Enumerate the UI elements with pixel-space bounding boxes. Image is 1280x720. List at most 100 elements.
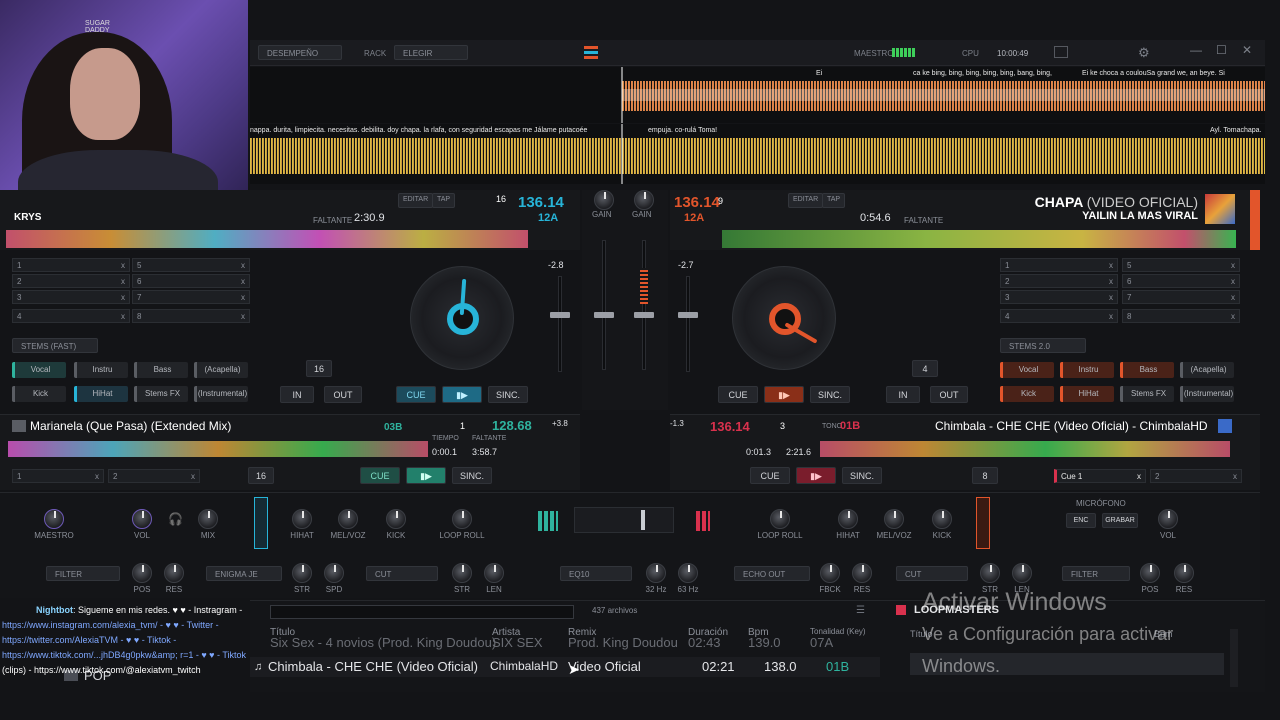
deck3-hotcue-1[interactable]: 1x (12, 469, 104, 483)
prev-row-key[interactable]: 07A (810, 635, 833, 650)
deck1-stem-instrumental[interactable]: (Instrumental) (194, 386, 248, 402)
waveform-top[interactable]: Ei ca ke bing, bing, bing, bing, bing, b… (250, 67, 1265, 123)
deck1-kick-knob[interactable] (386, 509, 406, 529)
deck2-hotcue-1[interactable]: 1x (1000, 258, 1118, 272)
rack-dropdown[interactable]: ELEGIR (394, 45, 468, 60)
fx2-str-knob[interactable] (292, 563, 312, 583)
fx1-pos-knob[interactable] (132, 563, 152, 583)
deck1-pitch-slider-track[interactable] (558, 276, 562, 372)
deck4-mini-waveform[interactable] (820, 441, 1230, 457)
deck2-mini-waveform[interactable] (722, 230, 1236, 248)
list-view-icon[interactable]: ☰ (856, 605, 865, 616)
fx2-spd-knob[interactable] (324, 563, 344, 583)
prev-row-bpm[interactable]: 139.0 (748, 635, 781, 650)
mic-record-button[interactable]: GRABAR (1102, 513, 1138, 528)
fx5-res-knob[interactable] (852, 563, 872, 583)
deck1-edit-button[interactable]: EDITAR (398, 193, 434, 208)
deck3-cue-button[interactable]: CUE (360, 467, 400, 484)
deck2-sync-button[interactable]: SINC. (810, 386, 850, 403)
deck1-play-button[interactable]: ▮▶ (442, 386, 482, 403)
deck3-mini-waveform[interactable] (8, 441, 428, 457)
fx4-32hz-knob[interactable] (646, 563, 666, 583)
gain-knob-right[interactable] (634, 190, 654, 210)
prev-row-remix[interactable]: Prod. King Doudou (568, 635, 678, 650)
deck1-loop-roll-knob[interactable] (452, 509, 472, 529)
row-title[interactable]: Chimbala - CHE CHE (Video Oficial) (268, 659, 478, 674)
fx5-fbck-knob[interactable] (820, 563, 840, 583)
deck3-sync-button[interactable]: SINC. (452, 467, 492, 484)
crossfader[interactable] (574, 507, 674, 533)
deck1-hotcue-2[interactable]: 2x (12, 274, 130, 288)
deck2-stem-vocal[interactable]: Vocal (1000, 362, 1054, 378)
row-duration[interactable]: 02:21 (702, 659, 735, 674)
maximize-icon[interactable]: ☐ (1216, 43, 1227, 57)
deck2-jog-wheel[interactable] (732, 266, 836, 370)
volume-fader-right-handle[interactable] (634, 312, 654, 318)
deck2-hihat-knob[interactable] (838, 509, 858, 529)
close-icon[interactable]: ✕ (1242, 43, 1252, 57)
fx4-63hz-knob[interactable] (678, 563, 698, 583)
deck1-cue-button[interactable]: CUE (396, 386, 436, 403)
deck1-stem-preset-dropdown[interactable]: STEMS (FAST) (12, 338, 98, 353)
deck4-loop-size[interactable]: 8 (972, 467, 998, 484)
deck2-stem-instru[interactable]: Instru (1060, 362, 1114, 378)
deck1-sync-button[interactable]: SINC. (488, 386, 528, 403)
deck2-hotcue-4[interactable]: 4x (1000, 309, 1118, 323)
deck2-hotcue-5[interactable]: 5x (1122, 258, 1240, 272)
fx6-len-knob[interactable] (1012, 563, 1032, 583)
prev-row-duration[interactable]: 02:43 (688, 635, 721, 650)
deck1-loop-out-button[interactable]: OUT (324, 386, 362, 403)
deck4-sync-button[interactable]: SINC. (842, 467, 882, 484)
search-input[interactable] (270, 605, 574, 619)
fx1-filter-dropdown[interactable]: FILTER (46, 566, 120, 581)
fx7-filter-dropdown[interactable]: FILTER (1062, 566, 1130, 581)
deck2-stem-bass[interactable]: Bass (1120, 362, 1174, 378)
row-bpm[interactable]: 138.0 (764, 659, 797, 674)
deck2-hotcue-3[interactable]: 3x (1000, 290, 1118, 304)
deck1-tap-button[interactable]: TAP (432, 193, 456, 208)
deck-select-left[interactable] (254, 497, 268, 549)
deck2-stem-kick[interactable]: Kick (1000, 386, 1054, 402)
deck1-stem-bass[interactable]: Bass (134, 362, 188, 378)
deck2-stem-hihat[interactable]: HiHat (1060, 386, 1114, 402)
fx3-cut-dropdown[interactable]: CUT (366, 566, 438, 581)
deck1-stem-kick[interactable]: Kick (12, 386, 66, 402)
deck2-loop-in-button[interactable]: IN (886, 386, 920, 403)
deck1-loop-size[interactable]: 16 (306, 360, 332, 377)
deck2-tap-button[interactable]: TAP (822, 193, 846, 208)
fx6-cut-dropdown[interactable]: CUT (896, 566, 968, 581)
deck2-stem-fx[interactable]: Stems FX (1120, 386, 1174, 402)
mix-knob[interactable] (198, 509, 218, 529)
deck1-mini-waveform[interactable] (6, 230, 528, 248)
fx3-len-knob[interactable] (484, 563, 504, 583)
deck1-stem-instru[interactable]: Instru (74, 362, 128, 378)
deck4-play-button[interactable]: ▮▶ (796, 467, 836, 484)
deck2-loop-roll-knob[interactable] (770, 509, 790, 529)
fx4-eq10-dropdown[interactable]: EQ10 (560, 566, 632, 581)
deck2-stem-instrumental[interactable]: (Instrumental) (1180, 386, 1234, 402)
deck1-melvoz-knob[interactable] (338, 509, 358, 529)
record-icon[interactable] (1054, 46, 1068, 58)
waveform-bottom[interactable]: nappa. durita, limpiecita. necesitas. de… (250, 124, 1265, 184)
layout-dropdown[interactable]: DESEMPEÑO (258, 45, 342, 60)
row-artist[interactable]: ChimbalaHD (490, 659, 558, 673)
vol-knob[interactable] (132, 509, 152, 529)
deck1-hotcue-7[interactable]: 7x (132, 290, 250, 304)
deck1-stem-hihat[interactable]: HiHat (74, 386, 128, 402)
minimize-icon[interactable]: — (1190, 43, 1202, 57)
fx3-str-knob[interactable] (452, 563, 472, 583)
deck2-hotcue-7[interactable]: 7x (1122, 290, 1240, 304)
deck4-cue-button[interactable]: CUE (750, 467, 790, 484)
deck2-hotcue-2[interactable]: 2x (1000, 274, 1118, 288)
volume-fader-right-track[interactable] (642, 240, 646, 370)
deck2-kick-knob[interactable] (932, 509, 952, 529)
deck2-stem-acapella[interactable]: (Acapella) (1180, 362, 1234, 378)
deck1-stem-vocal[interactable]: Vocal (12, 362, 66, 378)
volume-fader-left-track[interactable] (602, 240, 606, 370)
deck1-hotcue-3[interactable]: 3x (12, 290, 130, 304)
fx5-echo-dropdown[interactable]: ECHO OUT (734, 566, 810, 581)
deck2-pitch-slider-track[interactable] (686, 276, 690, 372)
row-key[interactable]: 01B (826, 659, 849, 674)
deck3-hotcue-2[interactable]: 2x (108, 469, 200, 483)
mic-enc-button[interactable]: ENC (1066, 513, 1096, 528)
